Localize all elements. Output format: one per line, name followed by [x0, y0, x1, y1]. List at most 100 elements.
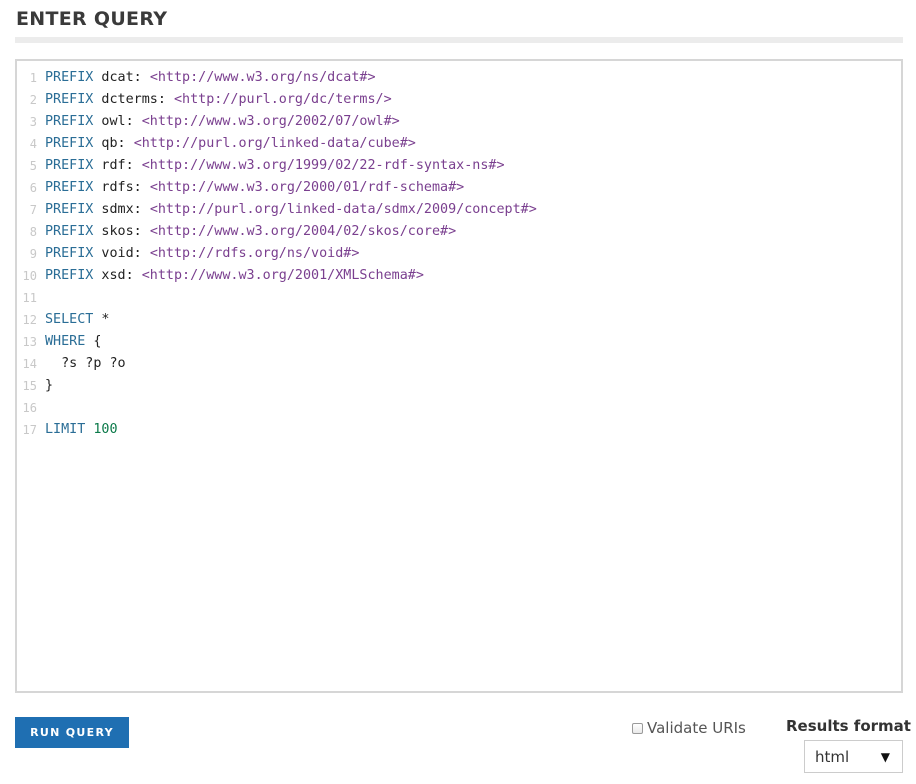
code-lines[interactable]: 1 PREFIX dcat: <http://www.w3.org/ns/dcat… — [17, 67, 901, 441]
code-text[interactable]: PREFIX qb: <http://purl.org/linked-data/… — [39, 133, 416, 155]
code-token: dcat: — [93, 70, 150, 85]
code-token: SELECT — [45, 312, 94, 327]
code-token: PREFIX — [45, 136, 94, 151]
code-line[interactable]: 15} — [17, 375, 901, 397]
code-token: <http://purl.org/linked-data/cube#> — [133, 136, 416, 151]
line-number: 3 — [29, 115, 37, 129]
code-text[interactable]: PREFIX skos: <http://www.w3.org/2004/02/… — [39, 221, 456, 243]
code-line[interactable]: 12 SELECT * — [17, 309, 901, 331]
code-token: PREFIX — [45, 246, 94, 261]
code-token: <http://www.w3.org/2004/02/skos/core#> — [149, 224, 457, 239]
code-text[interactable]: PREFIX owl: <http://www.w3.org/2002/07/o… — [39, 111, 400, 133]
code-line[interactable]: 7 PREFIX sdmx: <http://purl.org/linked-da… — [17, 199, 901, 221]
page-title: ENTER QUERY — [16, 8, 168, 30]
run-query-button[interactable]: RUN QUERY — [15, 717, 129, 748]
code-line[interactable]: 13 WHERE { — [17, 331, 901, 353]
code-token: <http://www.w3.org/2002/07/owl#> — [141, 114, 400, 129]
code-line[interactable]: 9 PREFIX void: <http://rdfs.org/ns/void#> — [17, 243, 901, 265]
code-line[interactable]: 14 ?s ?p ?o — [17, 353, 901, 375]
code-text[interactable]: WHERE { — [39, 331, 101, 353]
code-token: <http://www.w3.org/2001/XMLSchema#> — [141, 268, 424, 283]
results-format-value: html — [815, 747, 850, 766]
code-line[interactable]: 10 PREFIX xsd: <http://www.w3.org/2001/XM… — [17, 265, 901, 287]
line-number: 17 — [22, 423, 37, 437]
line-number: 16 — [22, 401, 37, 415]
code-line[interactable]: 3 PREFIX owl: <http://www.w3.org/2002/07/… — [17, 111, 901, 133]
code-text[interactable] — [39, 397, 45, 419]
code-token: WHERE — [45, 334, 86, 349]
code-text[interactable]: PREFIX sdmx: <http://purl.org/linked-dat… — [39, 199, 537, 221]
code-token: owl: — [93, 114, 142, 129]
code-token: PREFIX — [45, 92, 94, 107]
title-divider — [15, 37, 903, 43]
code-text[interactable]: PREFIX dcat: <http://www.w3.org/ns/dcat#… — [39, 67, 376, 89]
code-token: <http://www.w3.org/2000/01/rdf-schema#> — [149, 180, 465, 195]
line-number: 9 — [29, 247, 37, 261]
code-token: { — [85, 334, 102, 349]
code-token: PREFIX — [45, 268, 94, 283]
code-token: PREFIX — [45, 70, 94, 85]
code-token: PREFIX — [45, 114, 94, 129]
validate-uris-checkbox[interactable] — [632, 722, 643, 734]
triangle-down-icon: ▼ — [880, 749, 890, 764]
code-line[interactable]: 5 PREFIX rdf: <http://www.w3.org/1999/02/… — [17, 155, 901, 177]
code-token: 100 — [93, 422, 118, 437]
code-token: sdmx: — [93, 202, 150, 217]
code-line[interactable]: 17 LIMIT 100 — [17, 419, 901, 441]
line-number: 1 — [29, 71, 37, 85]
code-token: <http://www.w3.org/1999/02/22-rdf-syntax… — [141, 158, 505, 173]
code-text[interactable]: PREFIX void: <http://rdfs.org/ns/void#> — [39, 243, 359, 265]
code-token: dcterms: — [93, 92, 174, 107]
code-token: <http://purl.org/linked-data/sdmx/2009/c… — [149, 202, 537, 217]
code-text[interactable]: LIMIT 100 — [39, 419, 118, 441]
code-token: PREFIX — [45, 180, 94, 195]
query-editor[interactable]: 1 PREFIX dcat: <http://www.w3.org/ns/dcat… — [15, 59, 903, 693]
line-number: 5 — [29, 159, 37, 173]
code-text[interactable]: PREFIX rdfs: <http://www.w3.org/2000/01/… — [39, 177, 464, 199]
code-text[interactable]: PREFIX xsd: <http://www.w3.org/2001/XMLS… — [39, 265, 424, 287]
line-number: 12 — [22, 313, 37, 327]
line-number: 15 — [22, 379, 37, 393]
line-number: 13 — [22, 335, 37, 349]
code-token: xsd: — [93, 268, 142, 283]
code-text[interactable]: SELECT * — [39, 309, 110, 331]
code-token: rdf: — [93, 158, 142, 173]
code-line[interactable]: 8 PREFIX skos: <http://www.w3.org/2004/02… — [17, 221, 901, 243]
code-token: PREFIX — [45, 158, 94, 173]
code-token: rdfs: — [93, 180, 150, 195]
code-token: skos: — [93, 224, 150, 239]
code-line[interactable]: 1 PREFIX dcat: <http://www.w3.org/ns/dcat… — [17, 67, 901, 89]
code-line[interactable]: 4 PREFIX qb: <http://purl.org/linked-data… — [17, 133, 901, 155]
line-number: 11 — [22, 291, 37, 305]
code-token: LIMIT — [45, 422, 86, 437]
code-token: <http://purl.org/dc/terms/> — [174, 92, 392, 107]
code-token: qb: — [93, 136, 134, 151]
line-number: 6 — [29, 181, 37, 195]
code-line[interactable]: 6 PREFIX rdfs: <http://www.w3.org/2000/01… — [17, 177, 901, 199]
results-format-label: Results format — [786, 717, 911, 735]
code-token: * — [93, 312, 110, 327]
code-text[interactable] — [39, 287, 45, 309]
line-number: 8 — [29, 225, 37, 239]
code-text[interactable]: } — [39, 375, 53, 397]
code-line[interactable]: 11 — [17, 287, 901, 309]
code-text[interactable]: PREFIX dcterms: <http://purl.org/dc/term… — [39, 89, 392, 111]
code-token: void: — [93, 246, 150, 261]
code-token: <http://rdfs.org/ns/void#> — [149, 246, 360, 261]
code-text[interactable]: PREFIX rdf: <http://www.w3.org/1999/02/2… — [39, 155, 505, 177]
validate-uris-option[interactable]: Validate URIs — [632, 717, 746, 739]
code-text[interactable]: ?s ?p ?o — [39, 353, 126, 375]
code-line[interactable]: 2 PREFIX dcterms: <http://purl.org/dc/ter… — [17, 89, 901, 111]
line-number: 4 — [29, 137, 37, 151]
code-token: ?s ?p ?o — [45, 356, 126, 371]
code-token: PREFIX — [45, 202, 94, 217]
code-token: } — [45, 378, 54, 393]
line-number: 14 — [22, 357, 37, 371]
code-token: <http://www.w3.org/ns/dcat#> — [149, 70, 376, 85]
line-number: 10 — [22, 269, 37, 283]
code-line[interactable]: 16 — [17, 397, 901, 419]
line-number: 7 — [29, 203, 37, 217]
line-number: 2 — [29, 93, 37, 107]
results-format-select[interactable]: html ▼ — [804, 740, 903, 773]
validate-uris-label[interactable]: Validate URIs — [647, 719, 746, 737]
